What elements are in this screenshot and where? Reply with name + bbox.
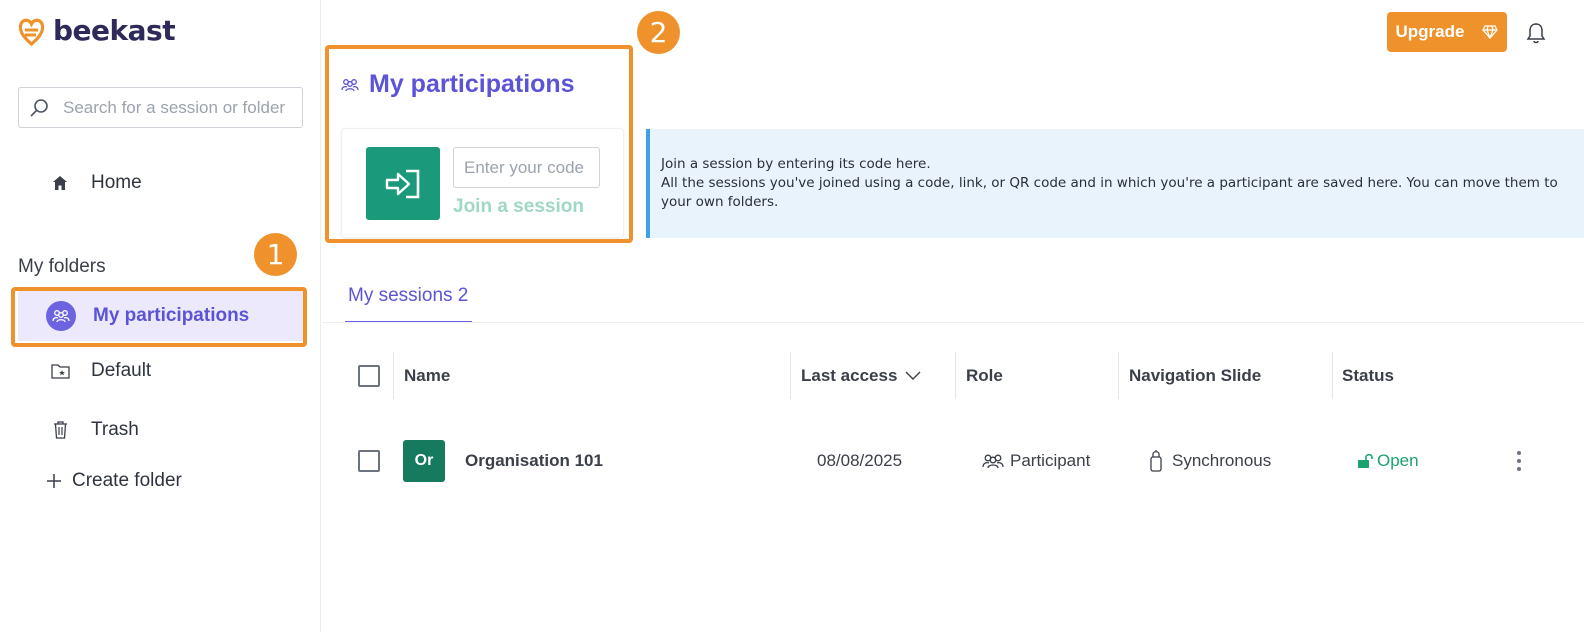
- column-header-name[interactable]: Name: [404, 352, 450, 399]
- search-input[interactable]: [63, 97, 293, 118]
- row-menu-button[interactable]: [1517, 438, 1521, 484]
- create-folder-button[interactable]: Create folder: [46, 470, 182, 492]
- chevron-down-icon: [905, 371, 921, 380]
- beekast-logo-icon: [18, 18, 45, 46]
- sidebar-item-label: Default: [91, 360, 152, 381]
- sidebar: beekast Home My folders My participation…: [0, 0, 321, 632]
- last-access-date: 08/08/2025: [817, 451, 903, 470]
- beekast-logo[interactable]: beekast: [18, 14, 176, 47]
- status-badge: Open: [1377, 451, 1419, 470]
- tab-divider: [322, 322, 1584, 323]
- info-line-2: All the sessions you've joined using a c…: [661, 175, 1558, 210]
- navigation-label: Synchronous: [1172, 451, 1272, 470]
- column-header-label: Last access: [801, 365, 898, 385]
- synchronous-icon: [1150, 450, 1162, 472]
- status-cell: Open: [1357, 438, 1419, 484]
- sidebar-item-trash[interactable]: Trash: [18, 405, 304, 455]
- select-all-checkbox[interactable]: [358, 352, 380, 399]
- tab-my-sessions[interactable]: My sessions 2: [345, 282, 472, 323]
- plus-icon: [47, 474, 61, 488]
- column-header-status[interactable]: Status: [1342, 352, 1394, 399]
- trash-icon: [46, 416, 74, 444]
- row-checkbox[interactable]: [358, 438, 380, 484]
- column-header-last-access[interactable]: Last access: [801, 352, 921, 399]
- search-box[interactable]: [18, 87, 303, 128]
- role-cell: Participant: [982, 438, 1090, 484]
- participants-icon: [982, 454, 1004, 469]
- navigation-cell: Synchronous: [1148, 438, 1271, 484]
- sidebar-item-default[interactable]: Default: [18, 346, 304, 396]
- table-row[interactable]: Or Organisation 101 08/08/2025 Participa…: [322, 438, 1584, 484]
- notification-bell-icon[interactable]: [1526, 22, 1546, 49]
- sidebar-item-home[interactable]: Home: [18, 158, 304, 208]
- table-header: Name Last access Role Navigation Slide S…: [322, 352, 1584, 399]
- highlight-box-2: [325, 45, 633, 243]
- role-label: Participant: [1010, 451, 1091, 470]
- column-header-role[interactable]: Role: [966, 352, 1003, 399]
- annotation-badge-1: 1: [254, 233, 297, 276]
- session-avatar: Or: [403, 440, 445, 482]
- folder-star-icon: [46, 357, 74, 385]
- folders-heading: My folders: [18, 256, 106, 277]
- column-header-navigation-slide[interactable]: Navigation Slide: [1129, 352, 1261, 399]
- highlight-box-1: [11, 287, 307, 347]
- sidebar-item-label: Trash: [91, 419, 139, 440]
- info-line-1: Join a session by entering its code here…: [661, 156, 931, 172]
- session-name[interactable]: Organisation 101: [465, 438, 603, 484]
- search-icon: [30, 98, 48, 117]
- more-vertical-icon: [1517, 451, 1521, 471]
- unlock-icon: [1358, 453, 1373, 468]
- main-content: Upgrade My participations Join a session: [322, 0, 1584, 632]
- sidebar-item-label: Home: [91, 172, 142, 193]
- home-icon: [46, 169, 74, 197]
- upgrade-label: Upgrade: [1395, 22, 1465, 41]
- upgrade-button[interactable]: Upgrade: [1387, 12, 1507, 52]
- annotation-badge-2: 2: [637, 11, 680, 54]
- logo-text: beekast: [53, 14, 176, 47]
- create-folder-label: Create folder: [72, 470, 182, 491]
- diamond-icon: [1482, 25, 1499, 39]
- info-banner: Join a session by entering its code here…: [646, 129, 1584, 238]
